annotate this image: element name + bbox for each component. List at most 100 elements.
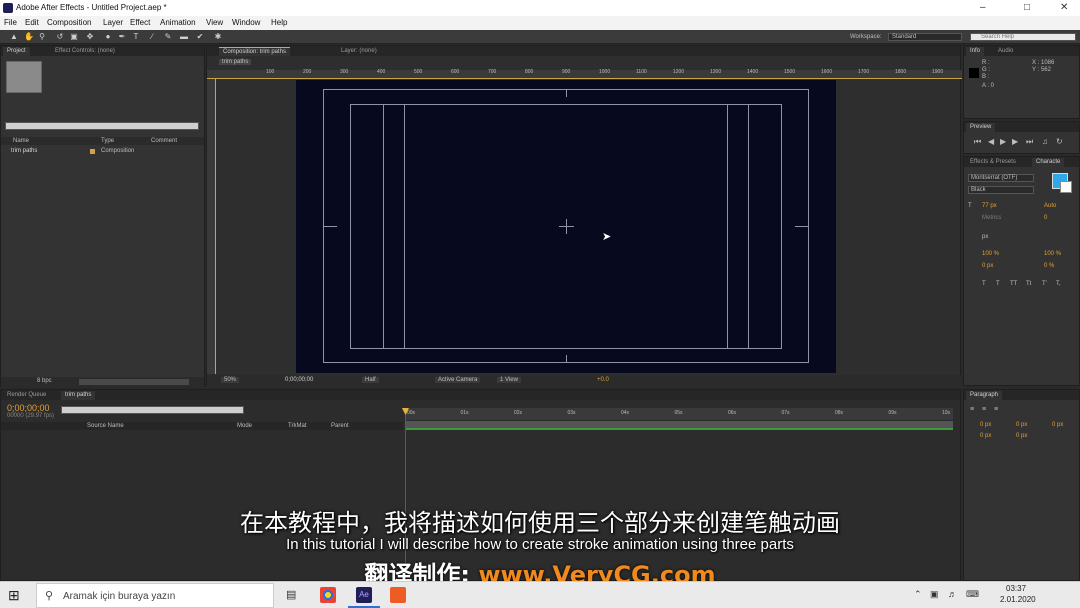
sublime-icon[interactable] — [390, 587, 406, 603]
timecode[interactable]: 0;00;00;00 — [285, 377, 313, 383]
project-scrollbar[interactable] — [79, 379, 189, 385]
camera-dropdown[interactable]: Active Camera — [435, 377, 481, 383]
font-family-dropdown[interactable]: Montserrat (OTF) — [968, 174, 1034, 182]
time-ruler[interactable]: 00s 01s 02s 03s 04s 05s 06s 07s 08s 09s 10s — [405, 408, 953, 420]
tab-layer[interactable]: Layer: (none) — [337, 47, 381, 56]
tab-render-queue[interactable]: Render Queue — [3, 391, 50, 400]
menu-layer[interactable]: Layer — [103, 18, 123, 27]
tab-audio[interactable]: Audio — [994, 47, 1017, 56]
horizontal-scale-value[interactable]: 100 % — [1044, 251, 1061, 257]
bpc-label[interactable]: 8 bpc — [37, 378, 52, 384]
kerning-value[interactable]: Metrics — [982, 215, 1001, 221]
maximize-icon[interactable]: □ — [1024, 2, 1030, 13]
time-mark-label: 04s — [621, 410, 630, 416]
tab-preview[interactable]: Preview — [966, 123, 996, 132]
puppet-tool-icon[interactable]: ✱ — [214, 33, 222, 41]
workspace-dropdown[interactable]: Standard — [888, 33, 962, 41]
last-frame-icon[interactable]: ⏭ — [1026, 137, 1033, 147]
align-right-icon[interactable]: ≡ — [994, 406, 998, 413]
windows-start-icon[interactable]: ⊞ — [8, 587, 20, 604]
resolution-dropdown[interactable]: Half — [362, 377, 379, 383]
work-area-bar[interactable] — [405, 421, 953, 430]
brush-tool-icon[interactable]: ∕ — [148, 33, 156, 41]
volume-icon[interactable]: ♬ — [948, 589, 957, 599]
menu-file[interactable]: File — [4, 18, 17, 27]
audio-icon[interactable]: ♫ — [1042, 137, 1048, 146]
chrome-icon[interactable] — [320, 587, 336, 603]
composition-viewer[interactable]: ➤ — [296, 80, 836, 373]
font-style-dropdown[interactable]: Black — [968, 186, 1034, 194]
view-dropdown[interactable]: 1 View — [497, 377, 521, 383]
hand-tool-icon[interactable]: ✋ — [24, 33, 34, 41]
pan-behind-tool-icon[interactable]: ✥ — [86, 33, 94, 41]
type-tool-icon[interactable]: T — [132, 33, 140, 41]
tab-character[interactable]: Characte — [1032, 158, 1065, 167]
tab-paragraph[interactable]: Paragraph — [966, 391, 1003, 400]
clone-tool-icon[interactable]: ✎ — [164, 33, 172, 41]
next-frame-icon[interactable]: ▶ — [1012, 137, 1018, 146]
list-item[interactable]: trim paths Composition — [1, 147, 204, 156]
pen-tool-icon[interactable]: ✒ — [118, 33, 126, 41]
selection-tool-icon[interactable]: ▲ — [10, 33, 18, 41]
tray-chevron-icon[interactable]: ⌃ — [914, 589, 922, 600]
loop-icon[interactable]: ↻ — [1056, 137, 1063, 146]
style-faux-bold[interactable]: T — [982, 281, 986, 287]
stroke-width-value[interactable]: px — [982, 234, 988, 240]
task-view-icon[interactable]: ▤ — [286, 588, 296, 601]
font-size-value[interactable]: 77 px — [982, 203, 997, 209]
leading-value[interactable]: Auto — [1044, 203, 1056, 209]
menu-animation[interactable]: Animation — [160, 18, 196, 27]
rotate-tool-icon[interactable]: ↺ — [56, 33, 64, 41]
timeline-search-input[interactable] — [61, 406, 244, 414]
stroke-color-swatch[interactable] — [1060, 181, 1072, 193]
keyboard-icon[interactable]: ⌨ — [966, 589, 979, 600]
align-left-icon[interactable]: ≡ — [970, 406, 974, 413]
menu-help[interactable]: Help — [271, 18, 287, 27]
align-center-icon[interactable]: ≡ — [982, 406, 986, 413]
search-help-input[interactable]: Search Help — [970, 33, 1076, 41]
ruler-tick-label: 400 — [377, 69, 386, 75]
tab-effect-controls[interactable]: Effect Controls: (none) — [51, 47, 119, 56]
clock-date[interactable]: 2.01.2020 — [1000, 595, 1036, 604]
exposure-value[interactable]: +0.0 — [597, 377, 609, 383]
tracking-value[interactable]: 0 — [1044, 215, 1047, 221]
style-superscript[interactable]: T' — [1042, 281, 1047, 287]
prev-frame-icon[interactable]: ◀ — [988, 137, 994, 146]
tsume-value[interactable]: 0 % — [1044, 263, 1054, 269]
zoom-dropdown[interactable]: 50% — [221, 377, 240, 383]
ellipse-tool-icon[interactable]: ● — [104, 33, 112, 41]
menu-window[interactable]: Window — [232, 18, 260, 27]
network-icon[interactable]: ▣ — [930, 589, 939, 600]
close-icon[interactable]: ✕ — [1060, 2, 1068, 13]
tab-composition[interactable]: Composition: trim paths — [219, 47, 291, 56]
tab-project[interactable]: Project — [3, 47, 30, 56]
style-subscript[interactable]: T, — [1056, 281, 1061, 287]
comp-breadcrumb[interactable]: trim paths — [219, 59, 252, 65]
minimize-icon[interactable]: – — [980, 2, 986, 13]
menu-edit[interactable]: Edit — [25, 18, 39, 27]
clock-time[interactable]: 03:37 — [1006, 584, 1026, 593]
taskbar-search-input[interactable]: ⚲ Aramak için buraya yazın — [36, 583, 274, 608]
timeline-timecode[interactable]: 0;00;00;00 — [7, 403, 50, 413]
eraser-tool-icon[interactable]: ▬ — [180, 33, 188, 41]
project-search-input[interactable] — [5, 122, 199, 130]
style-faux-italic[interactable]: T — [996, 281, 1000, 287]
style-small-caps[interactable]: Tt — [1026, 281, 1031, 287]
menu-view[interactable]: View — [206, 18, 223, 27]
menu-effect[interactable]: Effect — [130, 18, 150, 27]
ruler-tick-label: 300 — [340, 69, 349, 75]
tab-info[interactable]: Info — [966, 47, 985, 56]
ruler-tick-label: 1200 — [673, 69, 685, 75]
style-all-caps[interactable]: TT — [1010, 281, 1017, 287]
zoom-tool-icon[interactable]: ⚲ — [38, 33, 46, 41]
tab-timeline-comp[interactable]: trim paths — [61, 391, 96, 400]
menu-composition[interactable]: Composition — [47, 18, 91, 27]
camera-tool-icon[interactable]: ▣ — [70, 33, 78, 41]
tab-effects-presets[interactable]: Effects & Presets — [966, 158, 1020, 167]
after-effects-taskbar-icon[interactable]: Ae — [356, 587, 372, 603]
vertical-scale-value[interactable]: 100 % — [982, 251, 999, 257]
roto-tool-icon[interactable]: ✔ — [196, 33, 204, 41]
first-frame-icon[interactable]: ⏮ — [974, 137, 981, 147]
play-icon[interactable]: ▶ — [1000, 137, 1006, 146]
baseline-shift-value[interactable]: 0 px — [982, 263, 993, 269]
